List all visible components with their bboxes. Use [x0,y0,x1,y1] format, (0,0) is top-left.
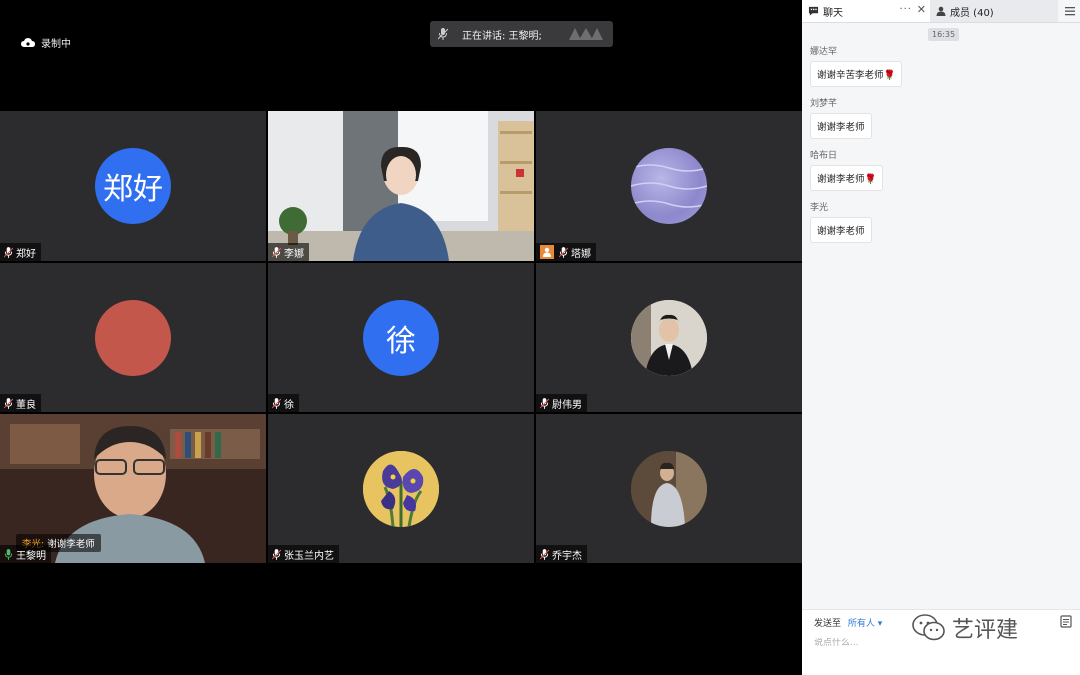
file-icon[interactable] [1060,615,1072,628]
tab-chat[interactable]: 聊天 ··· ✕ [802,0,930,22]
chat-message: 李光 谢谢李老师 [810,200,1070,243]
mic-muted-icon [559,246,568,258]
mic-muted-icon [4,246,13,258]
portrait-image [631,450,707,527]
avatar [363,450,439,527]
message-bubble: 谢谢辛苦李老师🌹 [810,61,903,87]
avatar [631,148,707,224]
host-badge [540,245,554,259]
chat-compose: 发送至 所有人 ▾ 艺评建 [802,609,1080,675]
participant-tile-video[interactable]: 李娜 [268,111,534,261]
mic-muted-icon [4,397,13,409]
avatar [631,299,707,376]
message-text: 谢谢李老师 [817,226,865,237]
participant-tile[interactable]: 张玉兰内艺 [268,414,534,563]
send-to-row: 发送至 所有人 ▾ [814,616,882,629]
tab-chat-label: 聊天 [823,7,843,19]
participant-name: 王黎明 [16,550,46,562]
mic-muted-icon [272,548,281,560]
participant-name-tag: 张玉兰内艺 [268,545,339,563]
participant-name: 塔娜 [571,248,591,260]
participant-name-tag: 尉伟男 [536,394,587,412]
blurred-avatars-icon [569,28,603,40]
cloud-record-icon [21,37,35,47]
video-area: 录制中 正在讲话: 王黎明; 郑好 郑好 李娜 塔娜 董良 徐 徐 尉伟男 谢谢… [0,0,802,675]
list-icon[interactable] [1064,5,1076,17]
participant-tile[interactable]: 徐 徐 [268,263,534,412]
send-to-label: 发送至 [814,619,842,629]
participant-name-tag: 乔宇杰 [536,545,587,563]
avatar [95,299,171,376]
participant-tile[interactable]: 尉伟男 [536,263,802,412]
tab-members-label: 成员 (40) [950,7,994,19]
video-feed-image [268,111,534,261]
chat-panel: 聊天 ··· ✕ 成员 (40) 16:35 娜达罕 谢谢辛苦李老师🌹 刘梦芊 … [802,0,1080,675]
mic-icon [438,28,448,40]
recording-label: 录制中 [41,39,71,50]
message-bubble: 谢谢李老师🌹 [810,165,884,191]
close-icon[interactable]: ✕ [917,3,926,16]
chat-message: 娜达罕 谢谢辛苦李老师🌹 [810,44,1070,87]
message-text: 谢谢辛苦李老师 [817,70,884,81]
message-bubble: 谢谢李老师 [810,217,872,243]
chat-input[interactable] [814,638,1064,648]
participant-name: 张玉兰内艺 [284,550,334,562]
overlay-message: 谢谢李老师 [47,539,95,550]
participant-name-tag: 塔娜 [536,243,596,261]
avatar: 郑好 [95,148,171,224]
participant-name: 乔宇杰 [552,550,582,562]
speaking-banner: 正在讲话: 王黎明; [430,21,613,47]
mic-muted-icon [272,246,281,258]
participant-name: 董良 [16,399,36,411]
more-options-icon[interactable]: ··· [899,4,912,15]
participant-name: 郑好 [16,248,36,260]
message-text: 谢谢李老师 [817,174,865,185]
mic-active-icon [4,548,13,560]
speaking-label: 正在讲话: 王黎明; [462,30,542,42]
mic-muted-icon [272,397,281,409]
iris-flower-image [363,450,439,527]
avatar [631,450,707,527]
participant-tile[interactable]: 塔娜 [536,111,802,261]
participant-name: 徐 [284,399,294,411]
message-text: 谢谢李老师 [817,122,865,133]
participant-name-tag: 李娜 [268,243,309,261]
mic-muted-icon [540,548,549,560]
chat-bubble-icon [808,6,819,16]
participant-name-tag: 徐 [268,394,299,412]
participant-name-tag: 郑好 [0,243,41,261]
chat-message: 哈布日 谢谢李老师🌹 [810,148,1070,191]
recording-indicator: 录制中 [21,35,71,50]
message-sender: 李光 [810,203,829,213]
rose-icon: 🌹 [883,70,896,81]
chat-tabs: 聊天 ··· ✕ 成员 (40) [802,0,1080,23]
message-timestamp: 16:35 [928,28,960,41]
user-icon [543,247,551,257]
user-icon [936,6,946,16]
portrait-image [631,299,707,376]
message-sender: 娜达罕 [810,47,838,57]
chat-message: 刘梦芊 谢谢李老师 [810,96,1070,139]
avatar: 徐 [363,299,439,376]
tab-members[interactable]: 成员 (40) [930,0,1058,22]
participant-tile[interactable]: 乔宇杰 [536,414,802,563]
recipient-dropdown[interactable]: 所有人 ▾ [848,619,882,629]
participant-name-tag: 王黎明 [0,545,51,563]
chat-message-list: 娜达罕 谢谢辛苦李老师🌹 刘梦芊 谢谢李老师 哈布日 谢谢李老师🌹 李光 谢谢李… [810,44,1070,252]
participant-name-tag: 董良 [0,394,41,412]
participant-name: 李娜 [284,248,304,260]
rose-icon: 🌹 [864,174,877,185]
video-grid: 郑好 郑好 李娜 塔娜 董良 徐 徐 尉伟男 谢谢李老师 王黎明 张玉兰内艺 乔… [0,111,802,563]
participant-name: 尉伟男 [552,399,582,411]
mic-muted-icon [540,397,549,409]
water-texture-image [631,164,707,208]
participant-tile-active-speaker[interactable]: 李光: 谢谢李老师 王黎明 [0,414,266,563]
message-sender: 哈布日 [810,151,838,161]
message-bubble: 谢谢李老师 [810,113,872,139]
message-sender: 刘梦芊 [810,99,838,109]
participant-tile[interactable]: 董良 [0,263,266,412]
participant-tile[interactable]: 郑好 郑好 [0,111,266,261]
